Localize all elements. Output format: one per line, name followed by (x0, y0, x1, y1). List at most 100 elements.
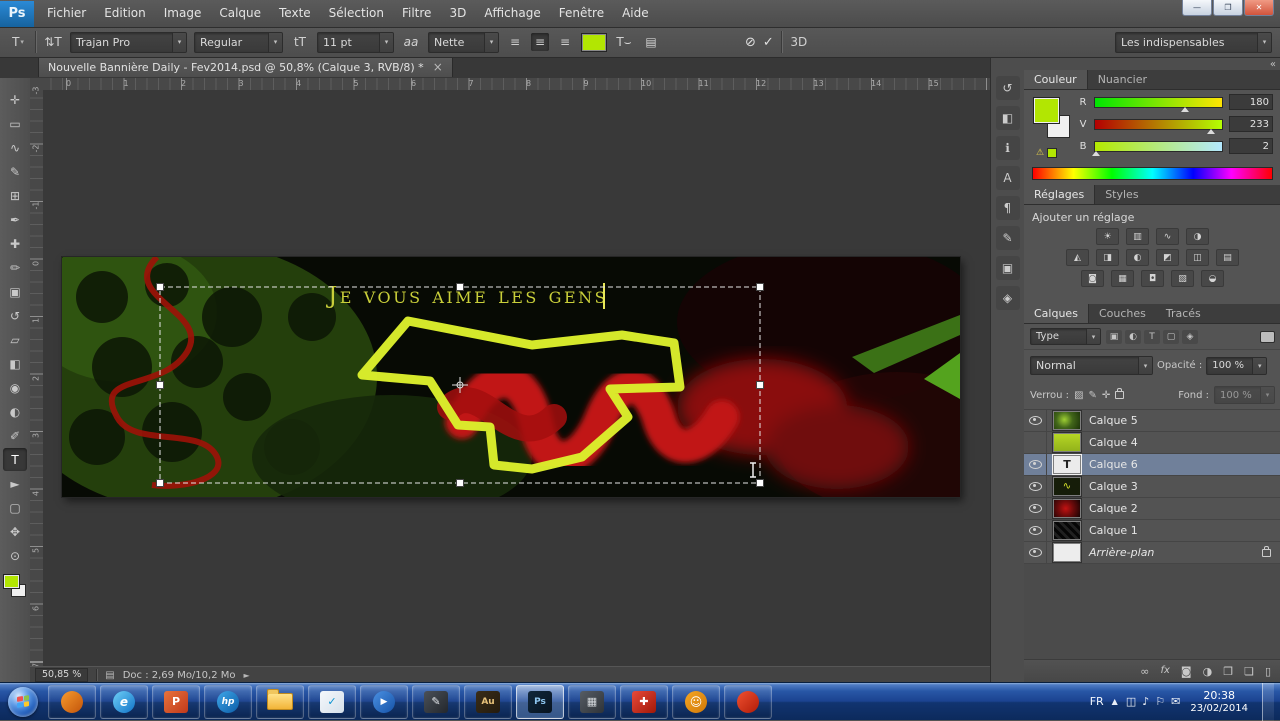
brush-tool[interactable]: ✏ (3, 256, 27, 279)
selective-color-icon[interactable]: ◒ (1201, 270, 1224, 287)
new-group-icon[interactable]: ❐ (1223, 666, 1233, 677)
photo-filter-icon[interactable]: ◫ (1186, 249, 1209, 266)
marquee-tool[interactable]: ▭ (3, 112, 27, 135)
taskbar-pen-app-icon[interactable]: ✎ (412, 684, 460, 719)
filter-smart-icon[interactable]: ◈ (1182, 329, 1198, 344)
lock-all-icon[interactable] (1115, 388, 1125, 399)
text-orientation-icon[interactable]: ⇅T (43, 32, 63, 53)
menu-item-8[interactable]: Affichage (475, 0, 549, 27)
blur-tool[interactable]: ◉ (3, 376, 27, 399)
anti-alias-select[interactable]: Nette ▾ (428, 31, 499, 53)
align-right-button[interactable]: ≡ (556, 33, 574, 51)
tray-display-icon[interactable]: ◫ (1126, 695, 1136, 708)
tray-volume-icon[interactable]: ♪ (1142, 695, 1149, 708)
curves-icon[interactable]: ∿ (1156, 228, 1179, 245)
tab-calques[interactable]: Calques (1024, 304, 1089, 323)
type-tool[interactable]: T (3, 448, 27, 471)
color-spectrum-ramp[interactable] (1032, 167, 1273, 180)
menu-item-9[interactable]: Fenêtre (550, 0, 613, 27)
dropdown-icon[interactable]: ▾ (268, 32, 282, 52)
layer-visibility-toggle[interactable] (1024, 498, 1047, 519)
font-size-select[interactable]: 11 pt ▾ (317, 31, 394, 53)
tab-traces[interactable]: Tracés (1156, 304, 1211, 323)
foreground-color-swatch[interactable] (3, 574, 20, 589)
new-adjustment-layer-icon[interactable]: ◑ (1203, 666, 1213, 677)
font-family-select[interactable]: Trajan Pro ▾ (70, 31, 187, 53)
healing-brush-tool[interactable]: ✚ (3, 232, 27, 255)
menu-item-4[interactable]: Texte (270, 0, 320, 27)
minimize-button[interactable]: — (1182, 0, 1212, 16)
gradient-map-icon[interactable]: ▧ (1171, 270, 1194, 287)
slider-thumb[interactable] (1092, 150, 1101, 156)
taskbar-powerpoint-icon[interactable]: P (152, 684, 200, 719)
channel-slider[interactable] (1094, 118, 1223, 134)
warp-text-icon[interactable]: T⌣ (614, 32, 634, 53)
filter-type-icon[interactable]: T (1144, 329, 1160, 344)
dropdown-icon[interactable]: ▾ (379, 32, 393, 52)
commit-edit-icon[interactable]: ✓ (763, 35, 774, 50)
collapse-panels-icon[interactable]: « (1270, 59, 1276, 70)
document-tab[interactable]: Nouvelle Bannière Daily - Fev2014.psd @ … (38, 57, 453, 77)
clone-source-panel-icon[interactable]: ▣ (995, 256, 1020, 280)
taskbar-browser-icon[interactable] (724, 684, 772, 719)
layer-row-1[interactable]: Calque 4 (1024, 432, 1280, 454)
posterize-icon[interactable]: ▦ (1111, 270, 1134, 287)
zoom-level-field[interactable]: 50,85 % (35, 668, 89, 682)
document-image[interactable]: Je vous aime les gens (43, 240, 990, 519)
invert-icon[interactable]: ◙ (1081, 270, 1104, 287)
close-button[interactable]: ✕ (1244, 0, 1274, 16)
channel-value-field[interactable]: 2 (1229, 138, 1273, 154)
align-left-button[interactable]: ≡ (506, 33, 524, 51)
taskbar-firefox-icon[interactable] (48, 684, 96, 719)
cancel-edit-icon[interactable]: ⊘ (745, 35, 756, 50)
3d-button[interactable]: 3D (789, 32, 809, 53)
tab-nuancier[interactable]: Nuancier (1088, 70, 1157, 89)
filter-toggle[interactable] (1260, 330, 1275, 343)
path-selection-tool[interactable]: ► (3, 472, 27, 495)
taskbar-sync-app-icon[interactable]: ✓ (308, 684, 356, 719)
eyedropper-tool[interactable]: ✒ (3, 208, 27, 231)
clone-stamp-tool[interactable]: ▣ (3, 280, 27, 303)
language-indicator[interactable]: FR (1090, 695, 1104, 708)
layer-visibility-toggle[interactable] (1024, 520, 1047, 541)
add-layer-mask-icon[interactable]: ◙ (1181, 666, 1192, 677)
dropdown-icon[interactable]: ▾ (1252, 357, 1267, 374)
tray-overflow-icon[interactable]: ▲ (1112, 697, 1118, 706)
taskbar-security-icon[interactable]: ✚ (620, 684, 668, 719)
taskbar-audition-icon[interactable]: Au (464, 684, 512, 719)
channel-value-field[interactable]: 233 (1229, 116, 1273, 132)
dropdown-icon[interactable]: ▾ (1257, 32, 1271, 52)
menu-item-6[interactable]: Filtre (393, 0, 440, 27)
channel-value-field[interactable]: 180 (1229, 94, 1273, 110)
quick-selection-tool[interactable]: ✎ (3, 160, 27, 183)
layer-visibility-toggle[interactable] (1024, 454, 1047, 475)
pen-tool[interactable]: ✐ (3, 424, 27, 447)
layer-row-5[interactable]: Calque 1 (1024, 520, 1280, 542)
history-panel-icon[interactable]: ↺ (995, 76, 1020, 100)
foreground-color-swatch2[interactable] (1033, 97, 1060, 124)
dropdown-icon[interactable]: ▾ (172, 32, 186, 52)
filter-pixel-icon[interactable]: ▣ (1106, 329, 1122, 344)
banner-canvas[interactable]: Je vous aime les gens (43, 240, 990, 519)
menu-item-5[interactable]: Sélection (320, 0, 393, 27)
tab-couleur[interactable]: Couleur (1024, 70, 1088, 89)
show-desktop-button[interactable] (1262, 682, 1274, 721)
navigator-panel-icon[interactable]: ◈ (995, 286, 1020, 310)
tray-message-icon[interactable]: ✉ (1171, 695, 1180, 708)
layer-row-2[interactable]: T Calque 6 (1024, 454, 1280, 476)
lock-position-icon[interactable]: ✛ (1102, 390, 1110, 401)
channel-mixer-icon[interactable]: ▤ (1216, 249, 1239, 266)
gamut-warning-icon[interactable]: ⚠ (1036, 148, 1044, 158)
status-flyout-icon[interactable]: ► (244, 671, 250, 680)
tab-close-icon[interactable]: × (433, 61, 443, 73)
tab-reglages[interactable]: Réglages (1024, 185, 1096, 204)
taskbar-internet-explorer-icon[interactable]: e (100, 684, 148, 719)
color-balance-icon[interactable]: ◐ (1126, 249, 1149, 266)
slider-thumb[interactable] (1206, 128, 1215, 134)
opacity-select[interactable]: 100 % ▾ (1206, 356, 1268, 375)
layer-row-3[interactable]: ∿ Calque 3 (1024, 476, 1280, 498)
menu-item-7[interactable]: 3D (440, 0, 475, 27)
layer-visibility-toggle[interactable] (1024, 432, 1047, 453)
restore-button[interactable]: ❐ (1213, 0, 1243, 16)
move-tool[interactable]: ✛ (3, 88, 27, 111)
